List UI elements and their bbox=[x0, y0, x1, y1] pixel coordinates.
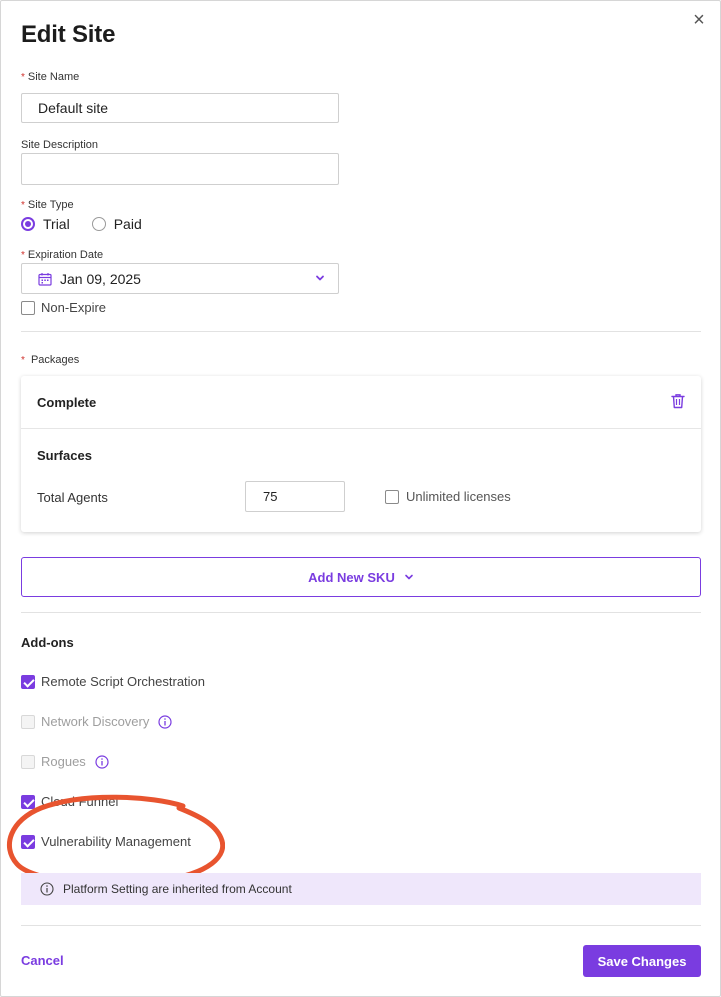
addon-rogues: Rogues bbox=[21, 754, 109, 769]
site-description-input[interactable] bbox=[21, 153, 339, 185]
site-type-option-label: Trial bbox=[43, 216, 70, 232]
unlimited-licenses-option[interactable]: Unlimited licenses bbox=[385, 489, 511, 504]
non-expire-label: Non-Expire bbox=[41, 300, 107, 315]
required-marker: * bbox=[21, 200, 25, 211]
add-new-sku-button[interactable]: Add New SKU bbox=[21, 557, 701, 597]
addon-checkbox[interactable] bbox=[21, 794, 35, 809]
non-expire-checkbox[interactable] bbox=[21, 300, 35, 315]
divider bbox=[21, 612, 701, 613]
save-changes-button[interactable]: Save Changes bbox=[583, 945, 701, 977]
site-description-label-text: Site Description bbox=[21, 139, 99, 151]
addon-label: Rogues bbox=[41, 754, 86, 769]
cancel-button[interactable]: Cancel bbox=[21, 953, 64, 968]
site-type-label: * Site Type bbox=[21, 199, 74, 211]
required-marker: * bbox=[21, 355, 25, 366]
site-type-option-label: Paid bbox=[113, 216, 142, 232]
unlimited-licenses-label: Unlimited licenses bbox=[406, 489, 511, 504]
site-type-option-paid[interactable]: Paid bbox=[91, 216, 142, 232]
site-name-input[interactable] bbox=[21, 93, 339, 123]
addon-vulnerability-management[interactable]: Vulnerability Management bbox=[21, 834, 191, 849]
addon-cloud-funnel[interactable]: Cloud Funnel bbox=[21, 794, 118, 809]
info-icon[interactable] bbox=[158, 714, 172, 729]
addons-heading: Add-ons bbox=[21, 635, 74, 650]
calendar-icon bbox=[38, 272, 52, 286]
page-title: Edit Site bbox=[21, 21, 116, 48]
unlimited-licenses-checkbox[interactable] bbox=[385, 489, 399, 504]
addon-label: Network Discovery bbox=[41, 714, 150, 729]
total-agents-input[interactable]: 75 bbox=[245, 481, 345, 512]
divider bbox=[21, 925, 701, 926]
radio-paid[interactable] bbox=[91, 217, 106, 231]
addon-checkbox bbox=[21, 714, 35, 729]
package-card: Complete Surfaces Total Agents 75 Unlimi… bbox=[21, 376, 701, 532]
inherited-settings-notice: Platform Setting are inherited from Acco… bbox=[21, 873, 701, 905]
chevron-down-icon bbox=[405, 574, 413, 580]
site-type-radio-group: Trial Paid bbox=[21, 216, 164, 232]
info-icon bbox=[40, 882, 54, 896]
addon-label: Cloud Funnel bbox=[41, 794, 119, 809]
site-type-option-trial[interactable]: Trial bbox=[21, 216, 70, 232]
trash-icon[interactable] bbox=[671, 393, 685, 409]
addon-checkbox[interactable] bbox=[21, 674, 35, 689]
packages-label-text: Packages bbox=[30, 354, 80, 366]
site-name-label: * Site Name bbox=[21, 71, 79, 83]
addon-checkbox bbox=[21, 754, 35, 769]
add-new-sku-label: Add New SKU bbox=[308, 569, 395, 585]
site-name-label-text: Site Name bbox=[27, 71, 80, 83]
addon-network-discovery: Network Discovery bbox=[21, 714, 172, 729]
addon-remote-script-orchestration[interactable]: Remote Script Orchestration bbox=[21, 674, 205, 689]
site-type-label-text: Site Type bbox=[27, 199, 74, 211]
required-marker: * bbox=[21, 72, 25, 83]
non-expire-option[interactable]: Non-Expire bbox=[21, 300, 106, 315]
info-icon[interactable] bbox=[95, 754, 109, 769]
edit-site-dialog: × Edit Site *Site Name Site Description … bbox=[0, 0, 721, 997]
radio-trial[interactable] bbox=[21, 217, 35, 231]
site-description-label: Site Description bbox=[21, 139, 98, 151]
expiration-date-label: * Expiration Date bbox=[21, 249, 103, 261]
notice-text: Platform Setting are inherited from Acco… bbox=[63, 882, 292, 896]
total-agents-label: Total Agents bbox=[37, 490, 108, 505]
expiration-date-label-text: Expiration Date bbox=[27, 249, 104, 261]
addon-label: Vulnerability Management bbox=[41, 834, 191, 849]
required-marker: * bbox=[21, 250, 25, 261]
package-card-header: Complete bbox=[21, 376, 701, 429]
surfaces-heading: Surfaces bbox=[37, 448, 92, 463]
package-title: Complete bbox=[37, 395, 97, 410]
expiration-date-value: Jan 09, 2025 bbox=[60, 270, 141, 287]
addon-checkbox[interactable] bbox=[21, 834, 35, 849]
chevron-down-icon[interactable] bbox=[314, 272, 326, 284]
divider bbox=[21, 331, 701, 332]
close-icon[interactable]: × bbox=[690, 10, 708, 30]
addon-label: Remote Script Orchestration bbox=[41, 674, 206, 689]
expiration-date-picker[interactable]: Jan 09, 2025 bbox=[21, 263, 339, 294]
packages-label: * Packages bbox=[21, 354, 79, 366]
